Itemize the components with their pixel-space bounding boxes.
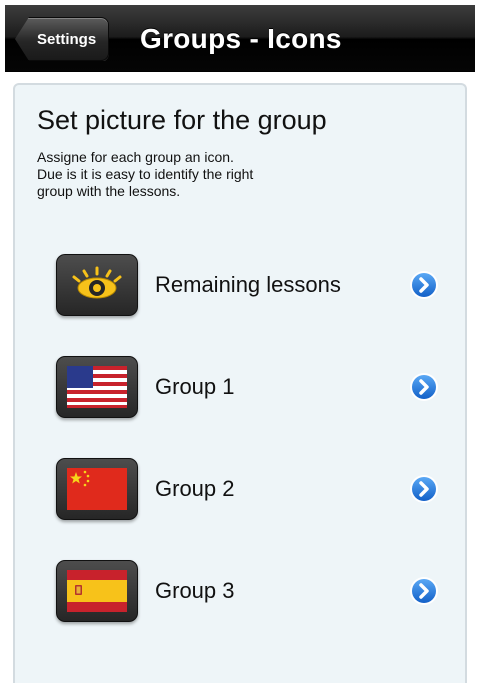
chevron-right-icon[interactable]: [409, 576, 439, 606]
group-row-remaining-lessons[interactable]: Remaining lessons: [15, 250, 465, 320]
china-flag-icon: [56, 458, 138, 520]
group-label: Remaining lessons: [155, 272, 341, 297]
chevron-right-icon[interactable]: [409, 270, 439, 300]
settings-back-button[interactable]: Settings: [15, 17, 110, 61]
group-label: Group 2: [155, 476, 235, 501]
group-label: Group 3: [155, 578, 235, 603]
section-description: Assigne for each group an icon. Due is i…: [37, 149, 397, 200]
page-title: Groups - Icons: [140, 23, 342, 54]
group-row-2[interactable]: Group 2: [15, 454, 465, 524]
spain-flag-icon: [56, 560, 138, 622]
group-row-3[interactable]: Group 3: [15, 556, 465, 626]
content-card: Set picture for the group Assigne for ea…: [13, 83, 467, 683]
navigation-bar: Settings Groups - Icons: [5, 5, 475, 72]
description-line: Assigne for each group an icon.: [37, 149, 234, 165]
chevron-right-icon[interactable]: [409, 474, 439, 504]
group-row-1[interactable]: Group 1: [15, 352, 465, 422]
description-line: group with the lessons.: [37, 183, 181, 199]
group-label: Group 1: [155, 374, 235, 399]
section-heading: Set picture for the group: [37, 105, 327, 135]
us-flag-icon: [56, 356, 138, 418]
description-line: Due is it is easy to identify the right: [37, 166, 254, 182]
eye-icon: [56, 254, 138, 316]
chevron-right-icon[interactable]: [409, 372, 439, 402]
